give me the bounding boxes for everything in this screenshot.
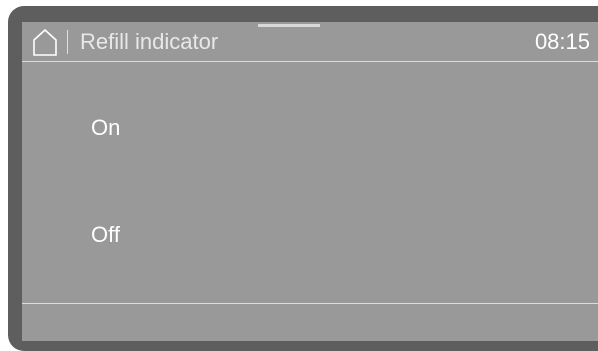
header-separator <box>22 61 598 62</box>
header-bar: Refill indicator 08:15 <box>22 22 598 60</box>
display-screen: Refill indicator 08:15 On Off <box>22 22 598 341</box>
page-title: Refill indicator <box>80 29 219 54</box>
option-on-label: On <box>91 115 121 140</box>
swipe-indicator[interactable] <box>258 24 320 27</box>
home-icon <box>33 28 57 56</box>
footer-bar <box>22 304 598 341</box>
option-on[interactable]: On <box>22 77 598 183</box>
clock-time: 08:15 <box>534 29 590 54</box>
option-off-label: Off <box>91 222 120 247</box>
header-divider <box>67 30 68 54</box>
option-off[interactable]: Off <box>22 184 598 290</box>
home-button[interactable] <box>28 27 62 57</box>
